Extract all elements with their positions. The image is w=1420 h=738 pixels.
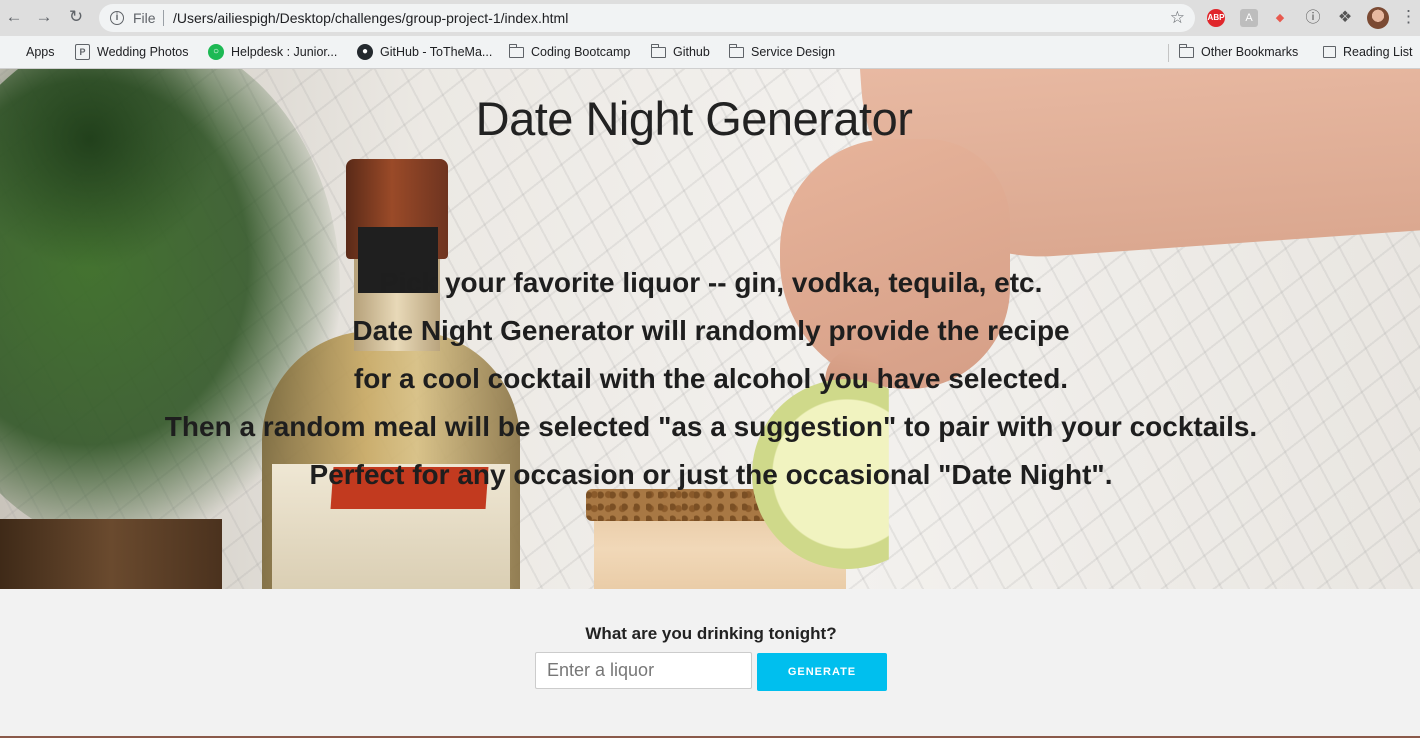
bookmark-label: Service Design (751, 45, 836, 59)
folder-icon (1178, 43, 1194, 58)
folder-icon (508, 43, 524, 58)
url-text[interactable]: /Users/ailiespigh/Desktop/challenges/gro… (173, 10, 568, 26)
bookmark-label: Helpdesk : Junior... (231, 45, 338, 59)
bookmark-label: Apps (26, 45, 55, 59)
url-scheme-label: File (133, 10, 156, 26)
headset-icon: ○ (208, 44, 224, 60)
description-line: for a cool cocktail with the alcohol you… (353, 363, 1069, 394)
info-icon[interactable]: i (110, 11, 124, 25)
bookmark-folder-coding-bootcamp[interactable]: Coding Bootcamp (508, 42, 631, 62)
liquor-form-section: What are you drinking tonight? GENERATE (0, 589, 1420, 738)
bookmark-folder-github[interactable]: Github (650, 42, 710, 62)
liquor-input[interactable] (535, 652, 752, 689)
extension-icon[interactable]: A (1240, 9, 1258, 27)
bookmark-label: Reading List (1343, 45, 1413, 59)
bookmarks-divider (1168, 44, 1169, 62)
apps-grid-icon (6, 46, 19, 59)
bookmark-label: Github (673, 45, 710, 59)
description-line: Pick your favorite liquor -- gin, vodka,… (379, 267, 1043, 298)
bookmark-label: GitHub - ToTheMa... (380, 45, 493, 59)
back-icon[interactable]: ← (4, 7, 24, 27)
github-icon: ● (357, 44, 373, 60)
menu-kebab-icon[interactable]: ⋮ (1400, 7, 1417, 27)
hero-description: Pick your favorite liquor -- gin, vodka,… (0, 259, 1420, 499)
bookmark-apps[interactable]: Apps (6, 42, 55, 62)
bookmark-helpdesk[interactable]: ○ Helpdesk : Junior... (208, 42, 337, 62)
bookmark-label: Coding Bootcamp (531, 45, 631, 59)
bookmark-label: Other Bookmarks (1201, 45, 1299, 59)
browser-toolbar: ← → ↻ i File /Users/ailiespigh/Desktop/c… (0, 0, 1420, 36)
description-line: Date Night Generator will randomly provi… (352, 315, 1070, 346)
page-icon: P (75, 44, 90, 60)
bookmark-wedding-photos[interactable]: P Wedding Photos (75, 42, 189, 62)
hero-section: Date Night Generator Pick your favorite … (0, 69, 1420, 589)
adblock-extension-icon[interactable]: ABP (1207, 9, 1225, 27)
generate-button[interactable]: GENERATE (757, 653, 887, 691)
puzzle-extensions-icon[interactable]: ❖ (1336, 9, 1354, 27)
extension-icon[interactable]: ◆ (1271, 9, 1289, 27)
folder-icon (650, 43, 666, 58)
url-separator (163, 10, 164, 26)
folder-icon (728, 43, 744, 58)
page-title: Date Night Generator (475, 92, 913, 145)
profile-avatar[interactable] (1367, 7, 1389, 29)
bookmark-label: Wedding Photos (97, 45, 189, 59)
liquor-question-label: What are you drinking tonight? (585, 624, 837, 643)
bookmark-github-tothema[interactable]: ● GitHub - ToTheMa... (357, 42, 492, 62)
description-line: Perfect for any occasion or just the occ… (309, 459, 1113, 490)
bookmark-folder-service-design[interactable]: Service Design (728, 42, 836, 62)
address-bar[interactable]: i File /Users/ailiespigh/Desktop/challen… (99, 4, 1195, 32)
extension-icon[interactable]: ⓘ (1304, 9, 1322, 27)
forward-icon[interactable]: → (34, 7, 54, 27)
reading-list-icon (1323, 46, 1336, 58)
description-line: Then a random meal will be selected "as … (164, 411, 1258, 442)
reading-list-button[interactable]: Reading List (1323, 42, 1413, 62)
bookmarks-bar: Apps P Wedding Photos ○ Helpdesk : Junio… (0, 36, 1420, 69)
bookmark-other-bookmarks[interactable]: Other Bookmarks (1178, 42, 1299, 62)
reload-icon[interactable]: ↻ (66, 7, 86, 27)
bookmark-star-icon[interactable]: ☆ (1170, 8, 1185, 28)
